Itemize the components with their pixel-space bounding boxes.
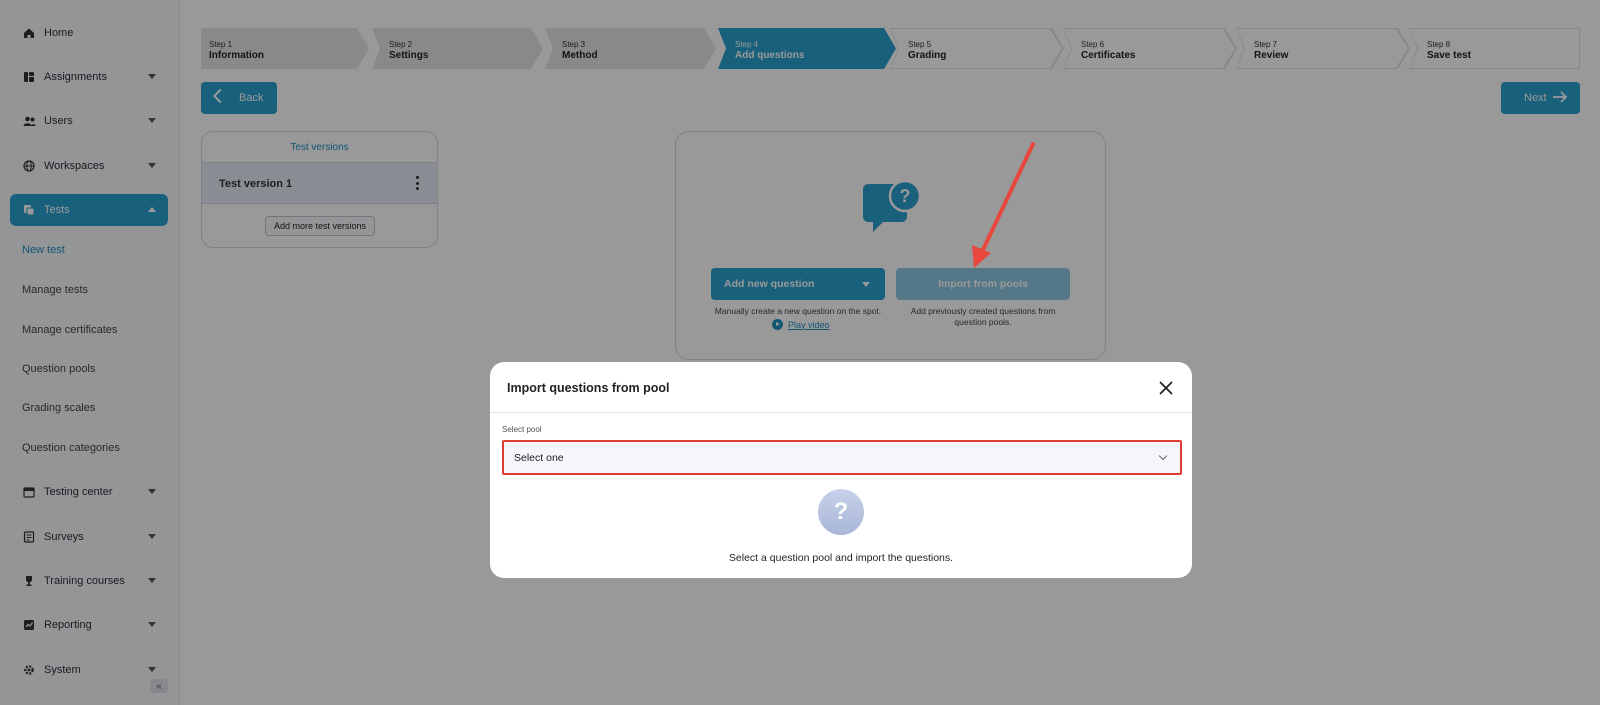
select-pool-dropdown[interactable]: Select one (502, 440, 1182, 475)
select-pool-label: Select pool (502, 425, 542, 434)
empty-state-text: Select a question pool and import the qu… (728, 552, 954, 564)
modal-divider (490, 412, 1192, 413)
close-icon[interactable] (1156, 378, 1176, 398)
question-mark-icon: ? (818, 489, 864, 535)
select-pool-value: Select one (514, 452, 564, 464)
modal-backdrop[interactable] (0, 0, 1600, 705)
chevron-down-icon (1158, 451, 1168, 461)
modal-title: Import questions from pool (507, 381, 670, 395)
import-questions-modal: Import questions from pool Select pool S… (490, 362, 1192, 578)
